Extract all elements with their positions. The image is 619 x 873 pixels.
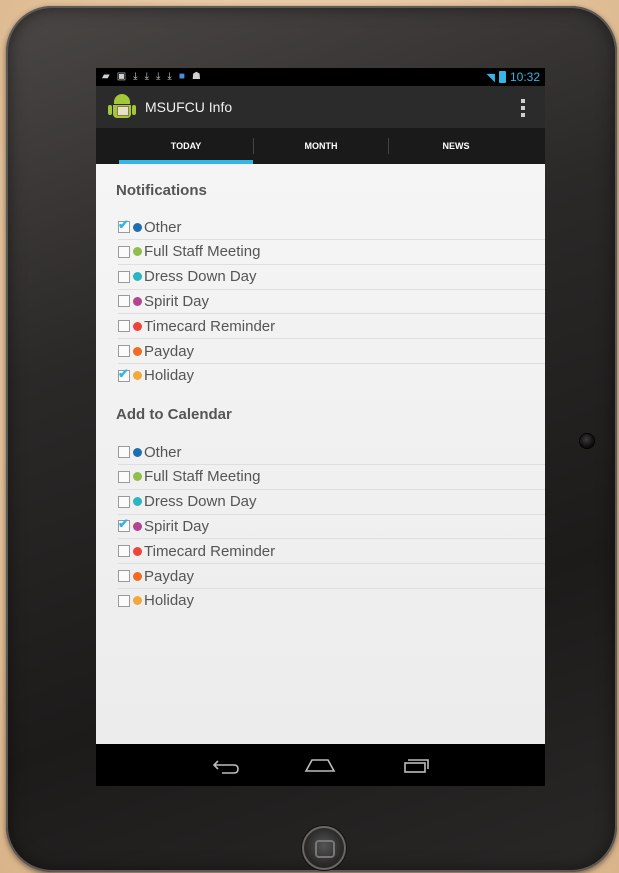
category-color-dot: [133, 497, 142, 507]
tab-month[interactable]: MONTH: [254, 128, 388, 164]
checkbox[interactable]: [118, 270, 130, 283]
checkbox[interactable]: [118, 470, 130, 483]
action-bar: MSUFCU Info: [96, 86, 545, 128]
checkbox[interactable]: [118, 446, 130, 458]
checkbox-row[interactable]: ✔ Spirit Day: [118, 514, 545, 540]
download-icon: ⤓: [167, 71, 172, 82]
checkbox[interactable]: [118, 594, 130, 607]
app-logo-icon[interactable]: [108, 92, 136, 122]
checkbox[interactable]: [118, 295, 130, 308]
status-right: ◥ 10:32: [487, 70, 541, 84]
home-icon[interactable]: [300, 754, 340, 776]
overflow-menu-icon[interactable]: [521, 99, 525, 117]
checkbox-row[interactable]: Dress Down Day: [118, 490, 545, 515]
category-label: Timecard Reminder: [144, 317, 276, 335]
checkbox[interactable]: [118, 245, 130, 258]
app-title: MSUFCU Info: [145, 99, 233, 115]
category-label: Payday: [144, 342, 195, 360]
checkmark-icon: ✔: [118, 516, 129, 532]
checkbox[interactable]: ✔: [118, 516, 130, 533]
category-label: Dress Down Day: [144, 268, 257, 286]
clock: 10:32: [509, 70, 540, 84]
recent-apps-icon[interactable]: [396, 754, 436, 776]
add-to-calendar-heading: Add to Calendar: [116, 406, 232, 423]
hardware-home-button[interactable]: [302, 826, 346, 870]
checkbox-row[interactable]: Dress Down Day: [118, 265, 545, 290]
category-label: Dress Down Day: [144, 493, 257, 511]
category-label: Spirit Day: [144, 292, 210, 310]
navigation-bar: [96, 744, 545, 786]
checkbox-row[interactable]: Timecard Reminder: [118, 539, 545, 565]
checkbox-row[interactable]: ✔ Holiday: [118, 364, 545, 388]
image-icon: ▣: [116, 71, 127, 82]
checkbox[interactable]: [118, 345, 130, 357]
category-color-dot: [133, 472, 142, 482]
photo-icon: ■: [178, 71, 185, 82]
category-label: Full Staff Meeting: [144, 243, 261, 261]
category-color-dot: [133, 596, 142, 606]
status-bar: ▰ ▣ ⤓ ⤓ ⤓ ⤓ ■ ☗ ◥ 10:32: [96, 68, 545, 86]
category-color-dot: [133, 346, 142, 356]
category-label: Other: [144, 443, 182, 461]
front-camera: [580, 434, 594, 448]
category-color-dot: [133, 571, 142, 581]
checkbox[interactable]: ✔: [118, 365, 130, 382]
checkbox-row[interactable]: Full Staff Meeting: [118, 465, 545, 490]
category-color-dot: [133, 247, 142, 257]
checkbox[interactable]: [118, 320, 130, 333]
checkbox[interactable]: ✔: [118, 217, 130, 233]
tab-news[interactable]: NEWS: [389, 128, 523, 164]
checkbox-row[interactable]: Payday: [118, 564, 545, 589]
gamepad-icon: ☗: [191, 71, 201, 82]
notification-icons: ▰ ▣ ⤓ ⤓ ⤓ ⤓ ■ ☗: [102, 71, 201, 83]
category-color-dot: [133, 222, 142, 232]
download-icon: ⤓: [133, 71, 138, 82]
chat-icon: ▰: [102, 71, 110, 82]
checkbox-row[interactable]: Payday: [118, 339, 545, 364]
category-color-dot: [133, 296, 142, 306]
checkbox-row[interactable]: Timecard Reminder: [118, 314, 545, 340]
wifi-icon: ◥: [486, 71, 495, 84]
category-color-dot: [133, 447, 142, 457]
settings-content: Notifications ✔ Other Full Staff Meeting Dr…: [96, 164, 545, 744]
checkbox[interactable]: [118, 495, 130, 508]
category-label: Timecard Reminder: [144, 542, 276, 560]
back-icon[interactable]: [206, 754, 246, 776]
category-label: Payday: [144, 567, 195, 585]
category-color-dot: [133, 321, 142, 331]
checkbox[interactable]: [118, 545, 130, 558]
notifications-heading: Notifications: [116, 182, 207, 199]
checkbox-row[interactable]: Full Staff Meeting: [118, 240, 545, 265]
checkbox-row[interactable]: Holiday: [118, 589, 545, 613]
category-label: Holiday: [144, 592, 195, 610]
category-label: Holiday: [144, 367, 195, 385]
download-icon: ⤓: [144, 71, 149, 82]
category-color-dot: [133, 546, 142, 556]
checkmark-icon: ✔: [118, 217, 129, 232]
category-label: Full Staff Meeting: [144, 468, 261, 486]
checkmark-icon: ✔: [118, 365, 129, 381]
battery-icon: [498, 71, 506, 83]
download-icon: ⤓: [156, 71, 161, 82]
category-color-dot: [133, 272, 142, 282]
checkbox-row[interactable]: Other: [118, 440, 545, 465]
tab-today[interactable]: TODAY: [119, 128, 253, 164]
category-label: Spirit Day: [144, 517, 210, 535]
category-label: Other: [144, 218, 182, 236]
checkbox[interactable]: [118, 570, 130, 582]
checkbox-row[interactable]: ✔ Other: [118, 215, 545, 240]
tab-bar: TODAY MONTH NEWS: [96, 128, 545, 164]
category-color-dot: [133, 371, 142, 381]
checkbox-row[interactable]: Spirit Day: [118, 289, 545, 315]
home-square-icon: [315, 840, 335, 858]
device-screen: ▰ ▣ ⤓ ⤓ ⤓ ⤓ ■ ☗ ◥ 10:32 MSUFCU Info TODA…: [96, 68, 545, 786]
category-color-dot: [133, 521, 142, 531]
